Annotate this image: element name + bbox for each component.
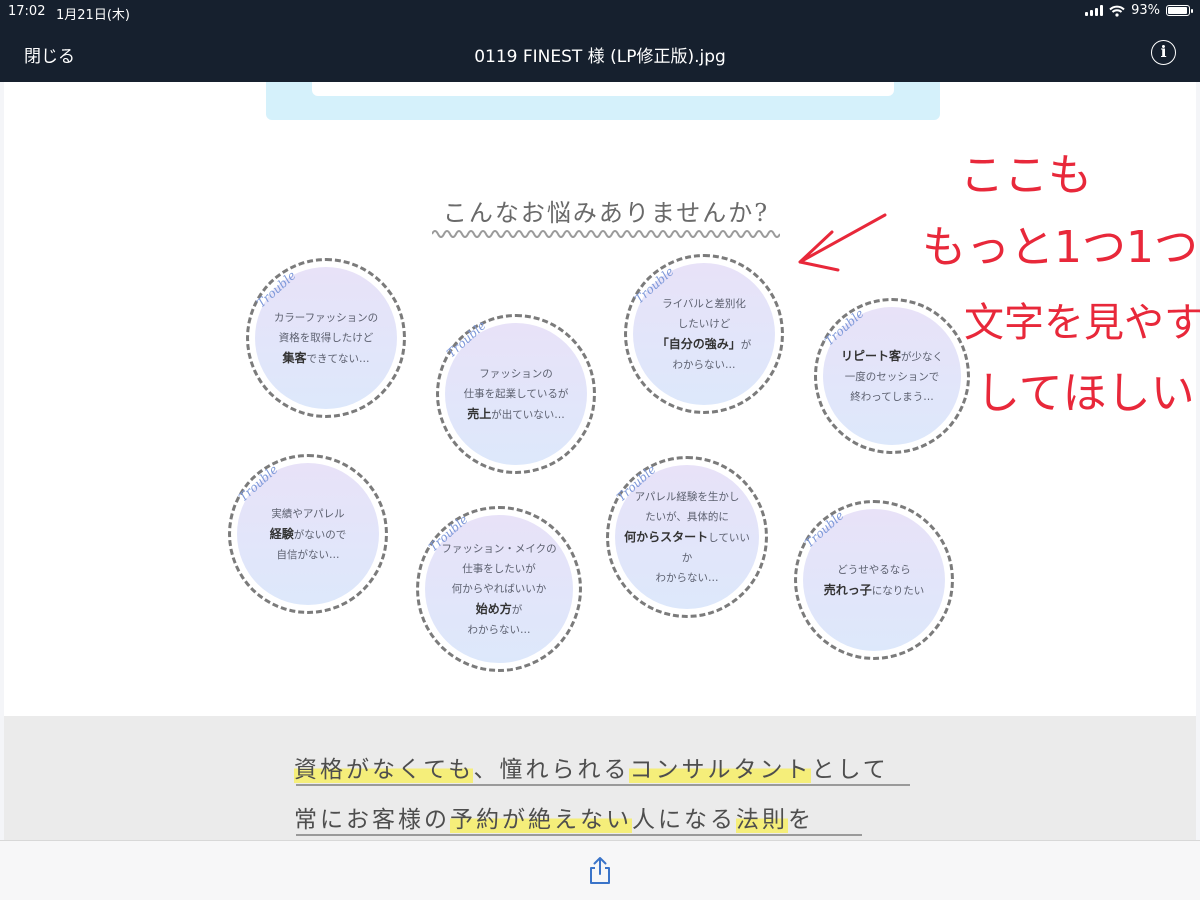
info-icon[interactable]: i [1151,40,1176,65]
status-indicators: 93% [1085,3,1193,18]
top-bar: 17:02 1月21日(木) 93% 閉じる 0119 FINEST 様 (LP… [0,0,1200,82]
trouble-text: ファッションの 仕事を起業しているが 売上が出ていない… [463,367,569,421]
section-heading: こんなお悩みありませんか? [442,199,770,227]
trouble-text: どうせやるなら 売れっ子になりたい [823,563,925,597]
trouble-circle-4: リピート客が少なく 一度のセッションで 終わってしまう… [814,298,970,454]
battery-icon [1166,5,1193,16]
lp-image: こんなお悩みありませんか? カラーファッションの 資格を取得したけど 集客できてない… [4,82,1196,716]
trouble-text: ライバルと差別化 したいけど 「自分の強み」が わからない… [656,297,752,371]
cellular-signal-icon [1085,5,1104,16]
trouble-text: ファッション・メイクの 仕事をしたいが 何からやればいいか 始め方が わからない… [441,542,557,636]
wifi-icon [1109,5,1125,17]
trouble-text: リピート客が少なく 一度のセッションで 終わってしまう… [840,348,943,403]
trouble-circle-1: カラーファッションの 資格を取得したけど 集客できてない… [246,258,406,418]
wavy-underline [432,230,780,238]
trouble-text: 実績やアパレル 経験がないので 自信がない… [269,507,347,561]
document-title: 0119 FINEST 様 (LP修正版).jpg [474,47,726,67]
share-icon[interactable] [586,855,614,885]
trouble-text: カラーファッションの 資格を取得したけど 集客できてない… [273,311,379,365]
trouble-circle-3: ライバルと差別化 したいけど 「自分の強み」が わからない… [624,254,784,414]
cta-band: 資格がなくても、憧れられるコンサルタントとして 常にお客様の予約が絶えない人にな… [4,716,1196,840]
image-viewer[interactable]: こんなお悩みありませんか? カラーファッションの 資格を取得したけど 集客できてない… [0,82,1200,840]
copy-line-2: 常にお客様の予約が絶えない人になる法則を [294,807,814,833]
copy-line-1: 資格がなくても、憧れられるコンサルタントとして [294,757,889,783]
battery-percent: 93% [1131,3,1160,18]
status-date: 1月21日(木) [56,8,130,23]
bottom-toolbar [0,840,1200,900]
trouble-text: アパレル経験を生かし たいが、具体的に 何からスタートしていいか わからない… [624,490,750,584]
status-time: 17:02 [8,4,46,19]
top-content-box [266,82,940,120]
